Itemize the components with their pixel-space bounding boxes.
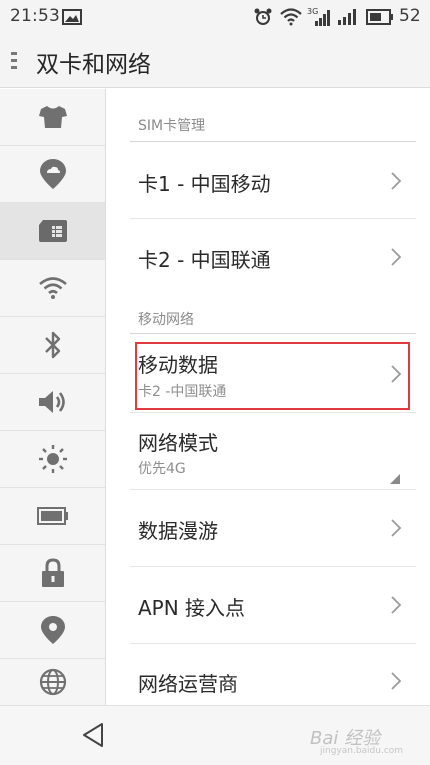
list-item-label: 网络模式 [138,431,218,455]
list-item-subtitle: 优先4G [138,461,186,477]
settings-content: SIM卡管理 卡1 - 中国移动 卡2 - 中国联通 移动网络 移动数据 卡2 … [106,89,430,705]
list-item-label: 卡1 - 中国移动 [138,172,271,196]
chevron-right-icon [390,595,402,619]
chevron-right-icon [390,671,402,695]
status-time: 21:53 [10,6,60,26]
watermark: Bai 经验 jingyan.baidu.com [310,724,425,760]
wifi-icon [38,276,68,300]
signal-4g-icon: 3G [307,6,331,32]
svg-text:3G: 3G [307,7,318,16]
dropdown-corner-icon [390,469,400,488]
watermark-url: jingyan.baidu.com [320,746,404,756]
section-header-sim: SIM卡管理 [138,118,206,134]
wifi-icon [280,8,302,30]
list-item-apn[interactable]: APN 接入点 [130,567,416,643]
overflow-menu-icon[interactable] [11,50,17,76]
sidebar-item-bluetooth[interactable] [0,317,105,374]
section-header-mobile: 移动网络 [138,312,194,328]
back-triangle-icon[interactable] [81,722,105,752]
alarm-icon [253,7,273,31]
battery-level: 52 [399,6,421,26]
list-item-sim1[interactable]: 卡1 - 中国移动 [130,142,416,218]
brightness-icon [38,444,68,474]
sidebar-item-sim[interactable] [0,203,105,260]
sidebar-item-wifi[interactable] [0,260,105,317]
location-pin-icon [40,615,66,645]
list-item-sim2[interactable]: 卡2 - 中国联通 [130,219,416,295]
sidebar-item-location[interactable] [0,602,105,659]
sidebar-item-security[interactable] [0,545,105,602]
chevron-right-icon [390,518,402,542]
page-title: 双卡和网络 [36,52,151,78]
chevron-right-icon [390,247,402,271]
list-item-label: 卡2 - 中国联通 [138,248,271,272]
sim-card-icon [38,219,68,243]
sidebar-item-language[interactable] [0,659,105,705]
battery-icon [366,9,394,29]
list-item-label: 网络运营商 [138,672,238,696]
sidebar-item-cloud[interactable] [0,146,105,203]
title-bar: 双卡和网络 [0,34,430,88]
list-item-operator[interactable]: 网络运营商 [130,644,416,705]
settings-screen: 21:53 3G 52 双卡和网络 SIM卡管理 卡1 - 中国移动 卡2 - … [0,0,430,765]
tshirt-icon [38,104,68,130]
sidebar-item-sound[interactable] [0,374,105,431]
navigation-bar: Bai 经验 jingyan.baidu.com [0,705,430,765]
signal-icon [337,8,359,30]
lock-icon [41,558,65,588]
sidebar-item-personalize[interactable] [0,89,105,146]
sidebar-item-battery[interactable] [0,488,105,545]
bluetooth-icon [43,330,63,360]
settings-sidebar [0,89,106,705]
cloud-location-icon [39,158,67,190]
list-item-network-mode[interactable]: 网络模式 优先4G [130,413,416,489]
list-item-label: APN 接入点 [138,596,246,620]
chevron-right-icon [390,171,402,195]
globe-icon [39,668,67,696]
status-bar: 21:53 3G 52 [0,0,430,34]
sidebar-item-display[interactable] [0,431,105,488]
image-icon [62,9,82,29]
list-item-roaming[interactable]: 数据漫游 [130,490,416,566]
volume-icon [38,389,68,415]
list-item-label: 数据漫游 [138,519,218,543]
battery-icon [36,507,69,525]
highlight-annotation-box [135,342,410,410]
